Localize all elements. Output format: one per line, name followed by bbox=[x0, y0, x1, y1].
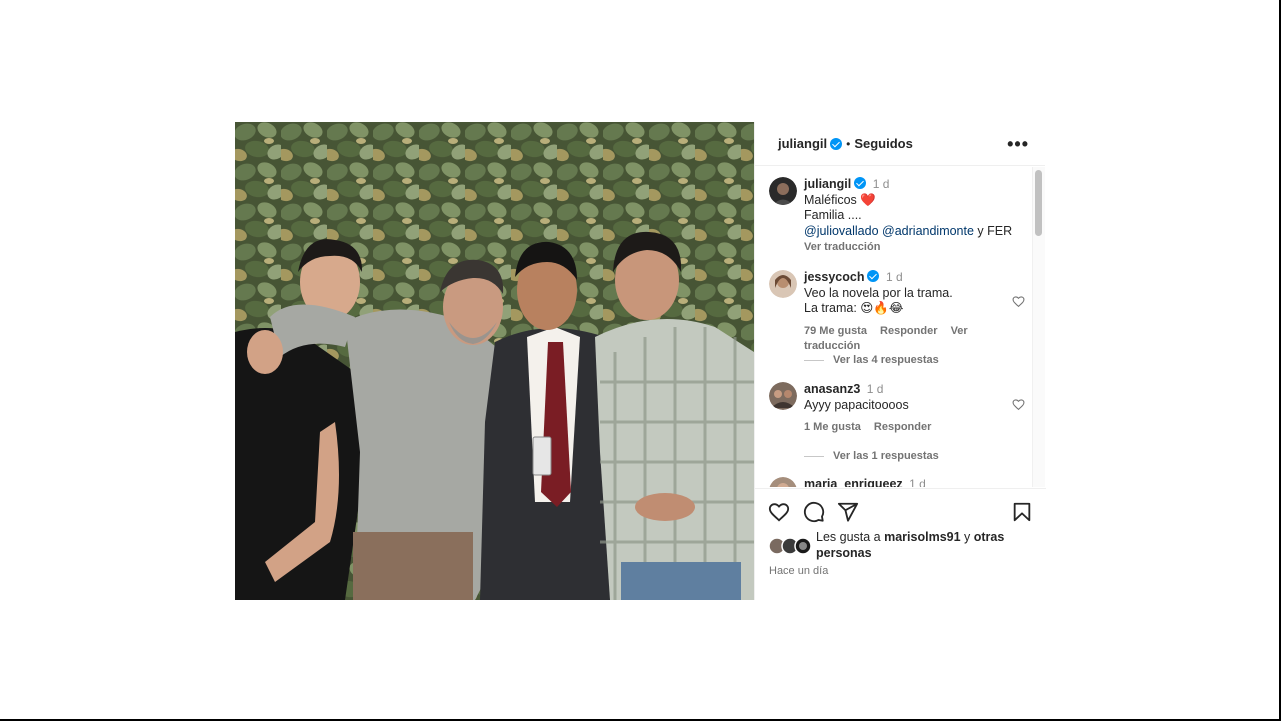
caption-translate-label[interactable]: Ver traducción bbox=[804, 241, 880, 253]
caption-time[interactable]: 1 d bbox=[873, 177, 890, 191]
comment-avatar[interactable] bbox=[769, 270, 797, 298]
comment-text-line1: Veo la novela por la trama. bbox=[804, 285, 953, 300]
instagram-post: juliangil • Seguidos ••• juliangil 1 d M… bbox=[235, 122, 1046, 600]
likes-text: Les gusta a marisolms91 y otras personas bbox=[816, 530, 1026, 561]
view-replies-button[interactable]: Ver las 1 respuestas bbox=[804, 450, 939, 462]
comment-time[interactable]: 1 d bbox=[867, 382, 884, 396]
comment-body: anasanz3 1 d Ayyy papacitoooos 1 Me gust… bbox=[804, 382, 1024, 436]
share-icon[interactable] bbox=[837, 501, 859, 523]
reply-button[interactable]: Responder bbox=[880, 325, 937, 337]
comment-heart-icon[interactable] bbox=[1012, 398, 1025, 411]
comment-text-line1: Ayyy papacitoooos bbox=[804, 397, 909, 412]
mention-link-adriandimonte[interactable]: @adriandimonte bbox=[882, 224, 974, 238]
comment-item: maria_enriqueez 1 d bbox=[769, 477, 1029, 487]
post-timestamp[interactable]: Hace un día bbox=[769, 565, 828, 577]
comment-username[interactable]: anasanz3 bbox=[804, 382, 860, 396]
photo-illustration bbox=[235, 122, 754, 600]
verified-badge-icon bbox=[830, 137, 843, 150]
comment-icon[interactable] bbox=[803, 501, 825, 523]
reply-button[interactable]: Responder bbox=[874, 421, 931, 433]
view-replies-button[interactable]: Ver las 4 respuestas bbox=[804, 354, 939, 366]
bookmark-icon[interactable] bbox=[1011, 501, 1033, 523]
post-actions: Les gusta a marisolms91 y otras personas… bbox=[755, 488, 1046, 600]
caption-body: juliangil 1 d Maléficos ❤️ Familia .... … bbox=[804, 177, 1024, 256]
caption-mentions: @juliovallado @adriandimonte y FER bbox=[804, 224, 1024, 240]
comment-text-line2: La trama: 😍🔥😂 bbox=[804, 301, 904, 315]
comment-avatar[interactable] bbox=[769, 382, 797, 410]
caption-item: juliangil 1 d Maléficos ❤️ Familia .... … bbox=[769, 177, 1029, 257]
liker-avatars[interactable] bbox=[769, 537, 815, 555]
post-header: juliangil • Seguidos bbox=[755, 122, 1045, 166]
comment-username[interactable]: maria_enriqueez bbox=[804, 477, 903, 487]
comment-likes-count[interactable]: 79 Me gusta bbox=[804, 325, 867, 337]
heart-icon[interactable] bbox=[768, 501, 790, 523]
comment-avatar[interactable] bbox=[769, 477, 797, 487]
comment-time[interactable]: 1 d bbox=[909, 477, 926, 487]
comment-body: jessycoch 1 d Veo la novela por la trama… bbox=[804, 270, 1024, 355]
likes-middle: y bbox=[960, 530, 974, 544]
post-photo[interactable] bbox=[235, 122, 754, 600]
post-side-panel: juliangil • Seguidos ••• juliangil 1 d M… bbox=[754, 122, 1046, 600]
more-options-icon[interactable]: ••• bbox=[1007, 134, 1029, 155]
comment-heart-icon[interactable] bbox=[1012, 295, 1025, 308]
header-separator: • bbox=[846, 136, 851, 151]
caption-username[interactable]: juliangil bbox=[804, 177, 851, 191]
verified-badge-icon bbox=[867, 270, 880, 282]
comments-list: juliangil 1 d Maléficos ❤️ Familia .... … bbox=[755, 167, 1046, 487]
caption-line2: Familia .... bbox=[804, 208, 862, 222]
comment-item: anasanz3 1 d Ayyy papacitoooos 1 Me gust… bbox=[769, 382, 1029, 442]
comment-username[interactable]: jessycoch bbox=[804, 270, 864, 284]
comment-body: maria_enriqueez 1 d bbox=[804, 477, 1024, 487]
liker-username[interactable]: marisolms91 bbox=[884, 530, 960, 544]
following-button[interactable]: Seguidos bbox=[854, 136, 913, 151]
mention-link-juliovallado[interactable]: @juliovallado bbox=[804, 224, 879, 238]
comment-meta: 1 Me gusta Responder bbox=[804, 420, 1024, 436]
comment-meta: 79 Me gusta Responder Ver traducción bbox=[804, 324, 1024, 355]
comment-time[interactable]: 1 d bbox=[886, 270, 903, 284]
caption-mention-tail: y FER bbox=[973, 223, 1013, 238]
verified-badge-icon bbox=[854, 177, 867, 189]
comment-item: jessycoch 1 d Veo la novela por la trama… bbox=[769, 270, 1029, 352]
caption-translate[interactable]: Ver traducción bbox=[804, 240, 1024, 256]
caption-avatar[interactable] bbox=[769, 177, 797, 205]
caption-line1: Maléficos ❤️ bbox=[804, 192, 876, 207]
likes-prefix: Les gusta a bbox=[816, 530, 885, 544]
header-username[interactable]: juliangil bbox=[778, 136, 827, 151]
comment-likes-count[interactable]: 1 Me gusta bbox=[804, 421, 861, 433]
